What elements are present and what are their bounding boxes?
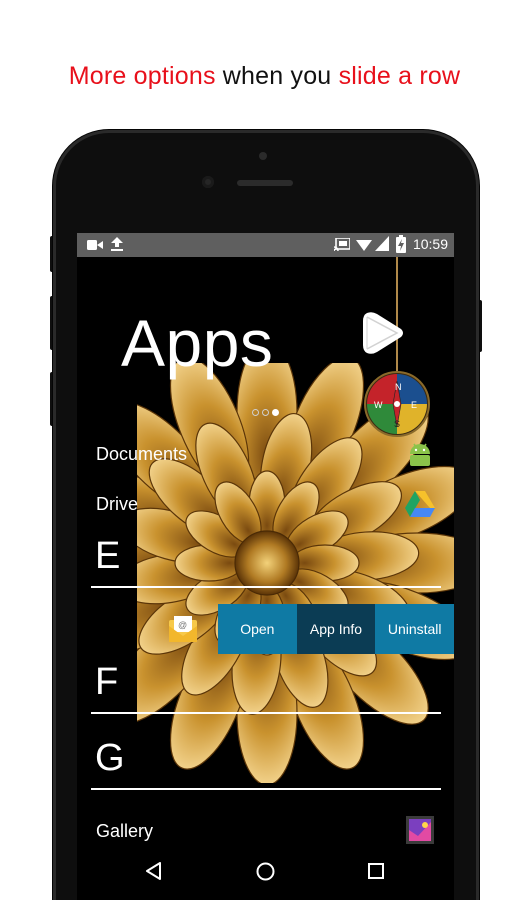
section-header-e: E	[95, 535, 121, 577]
back-icon[interactable]	[145, 862, 163, 880]
google-drive-icon[interactable]	[405, 491, 435, 518]
svg-text:@: @	[178, 620, 187, 630]
headline-middle: when you	[215, 62, 339, 90]
navigation-bar	[77, 851, 454, 891]
phone-screen: 10:59 Apps N E S W Documents Drive E @ O…	[77, 233, 454, 900]
recents-icon[interactable]	[368, 863, 384, 879]
headline-accent-2: slide a row	[338, 62, 461, 90]
play-store-icon[interactable]	[359, 309, 407, 357]
email-icon[interactable]: @	[169, 616, 197, 642]
compass-icon[interactable]: N E S W	[364, 371, 430, 437]
app-row-gallery-label[interactable]: Gallery	[96, 821, 153, 842]
battery-charging-icon	[396, 235, 406, 253]
app-info-button[interactable]: App Info	[296, 604, 376, 654]
home-icon[interactable]	[256, 862, 275, 881]
android-icon[interactable]	[406, 440, 434, 468]
app-row-drive-label[interactable]: Drive	[96, 494, 138, 515]
uninstall-button[interactable]: Uninstall	[375, 604, 454, 654]
signal-icon	[375, 236, 389, 251]
compass-east-label: E	[411, 400, 417, 410]
page-title: Apps	[121, 306, 274, 380]
section-divider	[91, 788, 441, 790]
open-button[interactable]: Open	[218, 604, 297, 654]
proximity-sensor	[259, 152, 267, 160]
section-header-g: G	[95, 737, 125, 779]
page-indicator	[252, 409, 279, 416]
status-time: 10:59	[412, 236, 448, 252]
compass-north-label: N	[395, 382, 402, 392]
upload-icon	[111, 237, 123, 251]
gallery-icon[interactable]	[406, 816, 434, 844]
earpiece-speaker	[237, 180, 293, 186]
wifi-icon	[356, 240, 372, 251]
section-header-f: F	[95, 661, 119, 703]
app-row-documents-label[interactable]: Documents	[96, 444, 187, 465]
page-dot-active	[272, 409, 279, 416]
section-divider	[91, 712, 441, 714]
video-camera-icon	[87, 240, 103, 250]
page-dot	[252, 409, 259, 416]
cast-icon	[334, 238, 350, 251]
promo-headline: More options when you slide a row	[0, 62, 529, 91]
section-divider	[91, 586, 441, 588]
headline-accent-1: More options	[68, 62, 216, 90]
front-camera	[202, 176, 214, 188]
page-dot	[262, 409, 269, 416]
compass-south-label: S	[394, 419, 400, 429]
status-bar: 10:59	[77, 233, 454, 257]
compass-west-label: W	[374, 400, 383, 410]
swipe-action-bar: Open App Info Uninstall	[218, 604, 454, 654]
